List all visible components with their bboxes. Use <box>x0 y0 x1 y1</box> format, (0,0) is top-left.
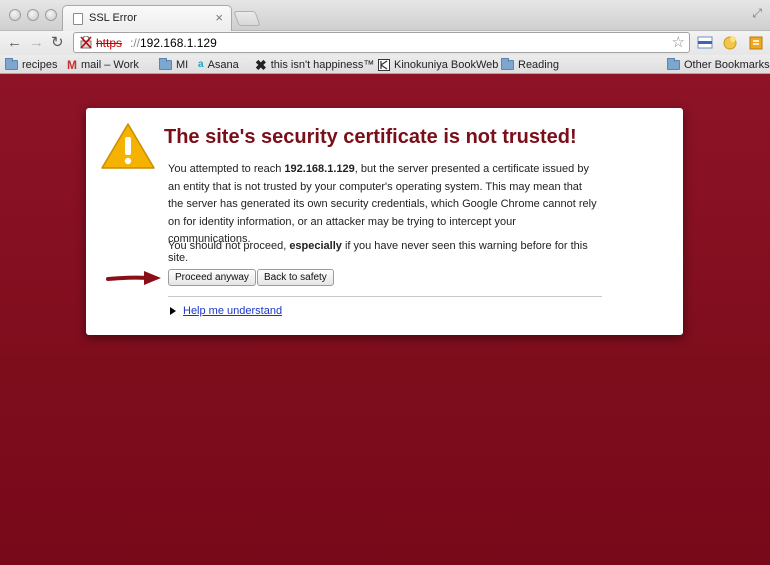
bookmark-label: Kinokuniya BookWeb <box>394 59 499 71</box>
error-heading: The site's security certificate is not t… <box>164 126 577 148</box>
error-description: You attempted to reach 192.168.1.129, bu… <box>168 161 598 249</box>
proceed-anyway-button[interactable]: Proceed anyway <box>168 269 256 286</box>
page-content: The site's security certificate is not t… <box>0 74 770 565</box>
description-host: 192.168.1.129 <box>284 163 355 175</box>
advice-text: You should not proceed, <box>168 240 290 252</box>
url-scheme: https <box>96 36 123 50</box>
fullscreen-icon[interactable]: ⤢ <box>752 6 762 21</box>
error-advice: You should not proceed, especially if yo… <box>168 240 608 264</box>
forward-icon[interactable]: → <box>29 33 44 53</box>
gmail-icon: M <box>67 58 77 72</box>
bookmarks-bar: recipes M mail – Work MI a Asana ✖ this … <box>0 55 770 74</box>
help-me-understand-link[interactable]: Help me understand <box>183 305 282 317</box>
folder-icon <box>667 58 680 70</box>
tab-ssl-error[interactable]: SSL Error × <box>62 5 232 32</box>
help-section: Help me understand <box>168 305 282 317</box>
folder-icon <box>159 58 172 70</box>
bookmark-other-bookmarks[interactable]: Other Bookmarks <box>667 58 770 72</box>
folder-icon <box>501 58 514 70</box>
address-bar[interactable]: https :// 192.168.1.129 ☆ <box>73 32 690 53</box>
url-separator: :// <box>130 36 141 50</box>
bookmark-label: Asana <box>207 59 239 71</box>
x-icon: ✖ <box>255 57 267 73</box>
disclosure-triangle-icon[interactable] <box>170 307 176 315</box>
bookmark-kinokuniya[interactable]: Kinokuniya BookWeb <box>378 58 498 72</box>
bookmark-label: mail – Work <box>81 59 139 71</box>
bookmark-asana[interactable]: a Asana <box>198 58 239 72</box>
broken-lock-icon <box>80 36 92 49</box>
bookmark-label: recipes <box>22 59 58 71</box>
url-host: 192.168.1.129 <box>140 36 217 50</box>
bookmark-label: Reading <box>518 59 559 71</box>
tab-title: SSL Error <box>89 12 137 24</box>
bookmark-recipes[interactable]: recipes <box>5 58 57 72</box>
advice-emphasis: especially <box>289 240 342 252</box>
tab-close-icon[interactable]: × <box>215 10 223 25</box>
back-to-safety-button[interactable]: Back to safety <box>257 269 334 286</box>
kinokuniya-icon <box>378 59 390 71</box>
reload-icon[interactable]: ↻ <box>51 33 64 53</box>
folder-icon <box>5 58 18 70</box>
description-text: You attempted to reach <box>168 163 285 175</box>
extension-icon-2[interactable] <box>722 35 738 50</box>
annotation-arrow-icon <box>106 271 161 285</box>
bookmark-mi[interactable]: MI <box>159 58 188 72</box>
warning-icon <box>101 123 155 169</box>
page-icon <box>73 13 83 25</box>
bookmark-star-icon[interactable]: ☆ <box>672 33 685 51</box>
window-minimize-button[interactable] <box>27 9 39 21</box>
bookmark-label: this isn't happiness™ <box>270 59 375 71</box>
bookmark-reading[interactable]: Reading <box>501 58 559 72</box>
window-close-button[interactable] <box>9 9 21 21</box>
bookmark-label: Other Bookmarks <box>684 59 770 71</box>
ssl-error-box: The site's security certificate is not t… <box>86 108 683 335</box>
bookmark-label: MI <box>176 59 189 71</box>
new-tab-button[interactable] <box>233 11 261 26</box>
divider <box>168 296 602 297</box>
bookmark-mail-work[interactable]: M mail – Work <box>67 58 139 72</box>
wrench-menu-icon[interactable] <box>748 35 764 50</box>
tab-strip: SSL Error × ⤢ <box>0 0 770 32</box>
description-text-2: , but the server presented a certificate… <box>168 163 597 245</box>
window-zoom-button[interactable] <box>45 9 57 21</box>
extension-icon[interactable] <box>697 35 713 50</box>
back-icon[interactable]: ← <box>7 33 22 53</box>
asana-icon: a <box>198 59 204 70</box>
bookmark-this-isnt-happiness[interactable]: ✖ this isn't happiness™ <box>255 58 374 72</box>
toolbar: ← → ↻ https :// 192.168.1.129 ☆ <box>0 31 770 55</box>
